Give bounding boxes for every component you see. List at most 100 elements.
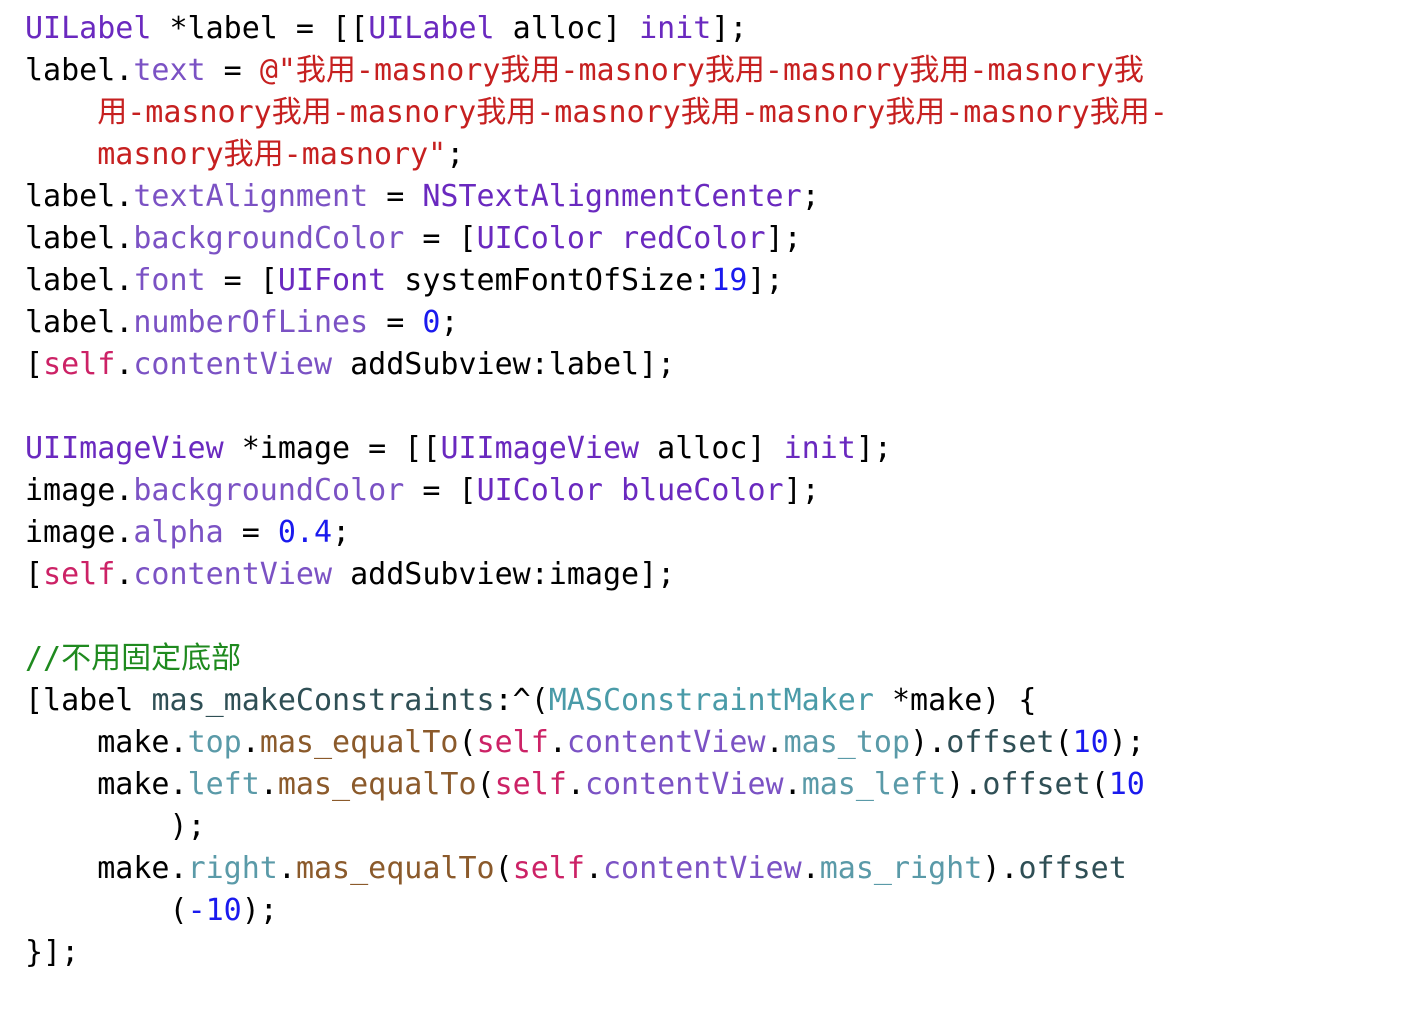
code-token-prop: backgroundColor — [133, 221, 405, 256]
code-token-plain: systemFontOfSize: — [386, 263, 712, 298]
code-token-self: self — [494, 767, 567, 802]
code-token-plain: ); — [1108, 725, 1145, 760]
code-token-plain: make. — [97, 767, 188, 802]
code-token-class: UIColor — [476, 473, 603, 508]
code-token-plain: alloc] — [494, 11, 640, 46]
code-token-masfn: mas_equalTo — [277, 767, 477, 802]
code-token-plain: }]; — [25, 935, 80, 970]
code-token-plain: label. — [25, 53, 134, 88]
code-token-num: 0.4 — [277, 515, 333, 550]
code-token-plain: = — [205, 53, 260, 88]
code-token-plain: ( — [494, 851, 513, 886]
code-token-self: self — [512, 851, 585, 886]
code-token-plain: ( — [1090, 767, 1109, 802]
code-token-plain: . — [241, 725, 260, 760]
code-token-plain: label. — [25, 179, 134, 214]
code-token-attr: left — [187, 767, 260, 802]
code-line: UIImageView *image = [[UIImageView alloc… — [25, 428, 1418, 470]
code-token-comment: //不用固定底部 — [25, 641, 242, 676]
code-token-num: 10 — [1108, 767, 1145, 802]
code-token-class: init — [639, 11, 712, 46]
code-token-plain: ]; — [765, 221, 802, 256]
code-token-type: MASConstraintMaker — [548, 683, 874, 718]
code-token-plain: ; — [440, 305, 459, 340]
code-token-plain: [ — [25, 347, 44, 382]
code-line: make.top.mas_equalTo(self.contentView.ma… — [25, 722, 1418, 764]
code-line: label.font = [UIFont systemFontOfSize:19… — [25, 260, 1418, 302]
code-token-plain: . — [801, 851, 820, 886]
code-line: make.left.mas_equalTo(self.contentView.m… — [25, 764, 1418, 806]
code-line: //不用固定底部 — [25, 638, 1418, 680]
code-token-plain: = [ — [404, 473, 477, 508]
code-token-plain: :^( — [494, 683, 549, 718]
code-token-prop: contentView — [133, 557, 333, 592]
code-token-num: 19 — [711, 263, 748, 298]
code-token-plain: = [ — [404, 221, 477, 256]
code-token-attr: mas_top — [783, 725, 911, 760]
code-line: ); — [25, 806, 1418, 848]
code-token-method: mas_makeConstraints — [151, 683, 495, 718]
code-editor-content: UILabel *label = [[UILabel alloc] init];… — [0, 0, 1418, 974]
code-token-prop: backgroundColor — [133, 473, 405, 508]
code-token-plain: ( — [169, 893, 188, 928]
code-token-plain: ). — [910, 725, 947, 760]
code-token-self: self — [43, 347, 116, 382]
code-token-plain: ]; — [855, 431, 892, 466]
code-token-plain: ). — [982, 851, 1019, 886]
code-token-plain: ; — [332, 515, 351, 550]
code-token-plain: ). — [946, 767, 983, 802]
code-line: 用-masnory我用-masnory我用-masnory我用-masnory我… — [25, 92, 1418, 134]
code-token-prop: contentView — [584, 767, 784, 802]
code-token-plain: ]; — [747, 263, 784, 298]
code-token-attr: mas_left — [801, 767, 947, 802]
code-token-plain: ; — [446, 137, 465, 172]
code-token-class: init — [783, 431, 856, 466]
code-line: }]; — [25, 932, 1418, 974]
code-token-plain: . — [566, 767, 585, 802]
code-line: image.alpha = 0.4; — [25, 512, 1418, 554]
code-token-plain: = — [368, 305, 423, 340]
code-token-self: self — [43, 557, 116, 592]
code-token-plain: . — [259, 767, 278, 802]
code-line: UILabel *label = [[UILabel alloc] init]; — [25, 8, 1418, 50]
code-token-prop: contentView — [566, 725, 766, 760]
code-token-class: blueColor — [621, 473, 784, 508]
code-token-plain: . — [765, 725, 784, 760]
code-token-self: self — [476, 725, 549, 760]
code-token-method: offset — [982, 767, 1091, 802]
code-token-attr: mas_right — [819, 851, 983, 886]
code-token-class: redColor — [621, 221, 766, 256]
code-token-attr: top — [187, 725, 242, 760]
code-token-prop: text — [133, 53, 206, 88]
code-token-class: UIFont — [277, 263, 387, 298]
code-token-plain: . — [115, 557, 134, 592]
code-token-class: UIColor — [476, 221, 603, 256]
code-token-prop: font — [133, 263, 206, 298]
code-line: (-10); — [25, 890, 1418, 932]
code-token-plain: addSubview:label]; — [332, 347, 676, 382]
code-token-plain: ( — [476, 767, 495, 802]
code-line: masnory我用-masnory"; — [25, 134, 1418, 176]
code-token-plain: [ — [25, 557, 44, 592]
code-token-prop: numberOfLines — [133, 305, 369, 340]
code-token-prop: contentView — [133, 347, 333, 382]
code-token-plain: = [ — [205, 263, 278, 298]
code-token-class: NSTextAlignmentCenter — [422, 179, 802, 214]
code-token-plain: . — [783, 767, 802, 802]
code-token-num: 0 — [422, 305, 441, 340]
code-token-masfn: mas_equalTo — [295, 851, 495, 886]
code-line: label.textAlignment = NSTextAlignmentCen… — [25, 176, 1418, 218]
code-token-plain: make. — [97, 725, 188, 760]
code-token-plain: label. — [25, 263, 134, 298]
code-token-plain: addSubview:image]; — [332, 557, 676, 592]
code-token-plain: . — [277, 851, 296, 886]
